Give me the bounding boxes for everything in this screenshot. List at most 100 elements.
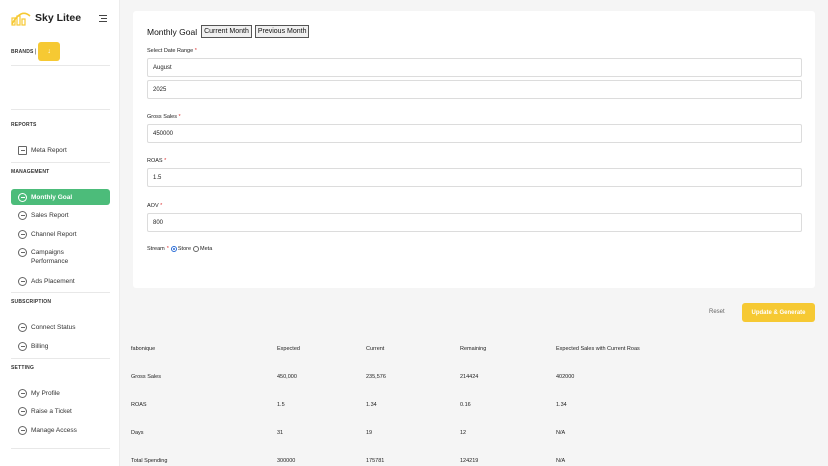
sidebar-item-ads-placement[interactable]: Ads Placement <box>11 273 110 289</box>
sidebar-item-label: Raise a Ticket <box>31 407 72 415</box>
sidebar-item-label: Manage Access <box>31 426 77 434</box>
sidebar-item-connect-status[interactable]: Connect Status <box>11 319 110 335</box>
table-cell: 1.34 <box>556 402 567 408</box>
sidebar-divider <box>11 109 110 110</box>
app-logo[interactable]: Sky Litee <box>10 10 81 26</box>
column-header: Remaining <box>460 346 487 352</box>
table-cell: Gross Sales <box>131 374 161 380</box>
stream-label: Stream <box>147 246 165 252</box>
table-cell: 1.34 <box>366 402 377 408</box>
required-mark: * <box>194 48 197 54</box>
required-mark: * <box>160 203 163 209</box>
table-cell: N/A <box>556 430 566 436</box>
update-generate-button[interactable]: Update & Generate <box>742 303 815 322</box>
reset-button[interactable]: Reset <box>709 309 725 315</box>
table-cell: 450,000 <box>277 374 297 380</box>
sidebar-divider <box>11 292 110 293</box>
table-cell: 31 <box>277 430 284 436</box>
report-icon <box>18 145 27 155</box>
table-cell: 124219 <box>460 458 479 464</box>
sidebar: Sky Litee BRANDS | ↓ REPORTS Meta Report… <box>0 0 120 466</box>
chat-icon <box>18 388 27 398</box>
section-setting: SETTING <box>11 365 35 371</box>
stream-radio-group: Stream * Store Meta <box>147 246 212 252</box>
table-cell: Days <box>131 430 144 436</box>
sidebar-item-label: Campaigns Performance <box>31 249 69 265</box>
chat-icon <box>18 210 27 220</box>
brand-dropdown-button[interactable]: ↓ <box>38 42 61 61</box>
aov-label: AOV * <box>147 203 162 209</box>
required-mark: * <box>178 114 181 120</box>
gross-sales-label: Gross Sales * <box>147 114 181 120</box>
sidebar-item-meta-report[interactable]: Meta Report <box>11 142 110 158</box>
table-cell: 1.5 <box>277 402 285 408</box>
goal-table: fabonique Expected Current Remaining Exp… <box>131 336 821 466</box>
table-cell: 175781 <box>366 458 385 464</box>
sidebar-item-my-profile[interactable]: My Profile <box>11 385 110 401</box>
sidebar-divider <box>11 358 110 359</box>
roas-input[interactable]: 1.5 <box>147 168 802 187</box>
aov-input[interactable]: 800 <box>147 213 802 232</box>
table-cell: 19 <box>366 430 373 436</box>
roas-label-text: ROAS <box>147 158 163 164</box>
sidebar-item-label: Channel Report <box>31 230 77 238</box>
sidebar-item-channel-report[interactable]: Channel Report <box>11 226 110 242</box>
chat-icon <box>18 276 27 286</box>
aov-label-text: AOV <box>147 203 159 209</box>
brands-separator: | <box>34 48 37 55</box>
sidebar-item-label: Ads Placement <box>31 277 75 285</box>
date-range-label-text: Select Date Range <box>147 48 194 54</box>
stream-store-radio[interactable] <box>170 246 177 252</box>
sidebar-item-sales-report[interactable]: Sales Report <box>11 207 110 223</box>
current-month-button[interactable]: Current Month <box>201 25 252 38</box>
section-reports: REPORTS <box>11 122 37 128</box>
sidebar-item-campaigns-performance[interactable]: Campaigns Performance <box>11 248 101 270</box>
brands-selector: BRANDS | ↓ <box>11 42 61 61</box>
sidebar-item-label: Monthly Goal <box>31 193 73 201</box>
sidebar-divider <box>11 162 110 163</box>
section-subscription: SUBSCRIPTION <box>11 299 52 305</box>
stream-meta-radio[interactable] <box>193 246 200 252</box>
table-cell: 0.16 <box>460 402 471 408</box>
table-cell: N/A <box>556 458 566 464</box>
gross-sales-label-text: Gross Sales <box>147 114 177 120</box>
table-cell: 300000 <box>277 458 296 464</box>
logo-bars-icon <box>11 12 31 26</box>
stream-meta-label: Meta <box>200 246 213 252</box>
date-range-label: Select Date Range * <box>147 48 197 54</box>
chat-icon <box>18 248 27 257</box>
table-cell: 214424 <box>460 374 479 380</box>
table-header-row: fabonique Expected Current Remaining Exp… <box>131 336 821 364</box>
circle-icon <box>18 322 27 332</box>
sidebar-item-monthly-goal[interactable]: Monthly Goal <box>11 189 110 205</box>
sidebar-item-billing[interactable]: Billing <box>11 338 110 354</box>
circle-icon <box>18 341 27 351</box>
table-row: Days 31 19 12 N/A <box>131 420 821 448</box>
sidebar-item-label: Sales Report <box>31 211 69 219</box>
sidebar-item-label: Meta Report <box>31 146 67 154</box>
stream-store-label: Store <box>177 246 192 252</box>
gross-sales-input[interactable]: 450000 <box>147 124 802 143</box>
table-cell: 12 <box>460 430 467 436</box>
chat-icon <box>18 229 27 239</box>
sidebar-item-manage-access[interactable]: Manage Access <box>11 422 110 438</box>
column-header: Expected Sales with Current Roas <box>556 346 640 352</box>
month-select[interactable]: August <box>147 58 802 77</box>
table-cell: Total Spending <box>131 458 168 464</box>
circle-icon <box>18 425 27 435</box>
chat-icon <box>18 192 27 202</box>
card-header: Monthly Goal Current Month Previous Mont… <box>147 25 312 38</box>
previous-month-button[interactable]: Previous Month <box>254 25 310 38</box>
required-mark: * <box>164 158 167 164</box>
sidebar-item-label: My Profile <box>31 389 60 397</box>
table-row: Total Spending 300000 175781 124219 N/A <box>131 448 821 466</box>
table-cell: 235,576 <box>366 374 386 380</box>
page-title: Monthly Goal <box>147 26 198 37</box>
sidebar-item-raise-ticket[interactable]: Raise a Ticket <box>11 403 110 419</box>
table-cell: ROAS <box>131 402 147 408</box>
year-select[interactable]: 2025 <box>147 80 802 99</box>
section-management: MANAGEMENT <box>11 169 50 175</box>
sidebar-divider <box>11 448 110 449</box>
table-row: Gross Sales 450,000 235,576 214424 40200… <box>131 364 821 392</box>
menu-toggle-icon[interactable] <box>99 15 107 23</box>
